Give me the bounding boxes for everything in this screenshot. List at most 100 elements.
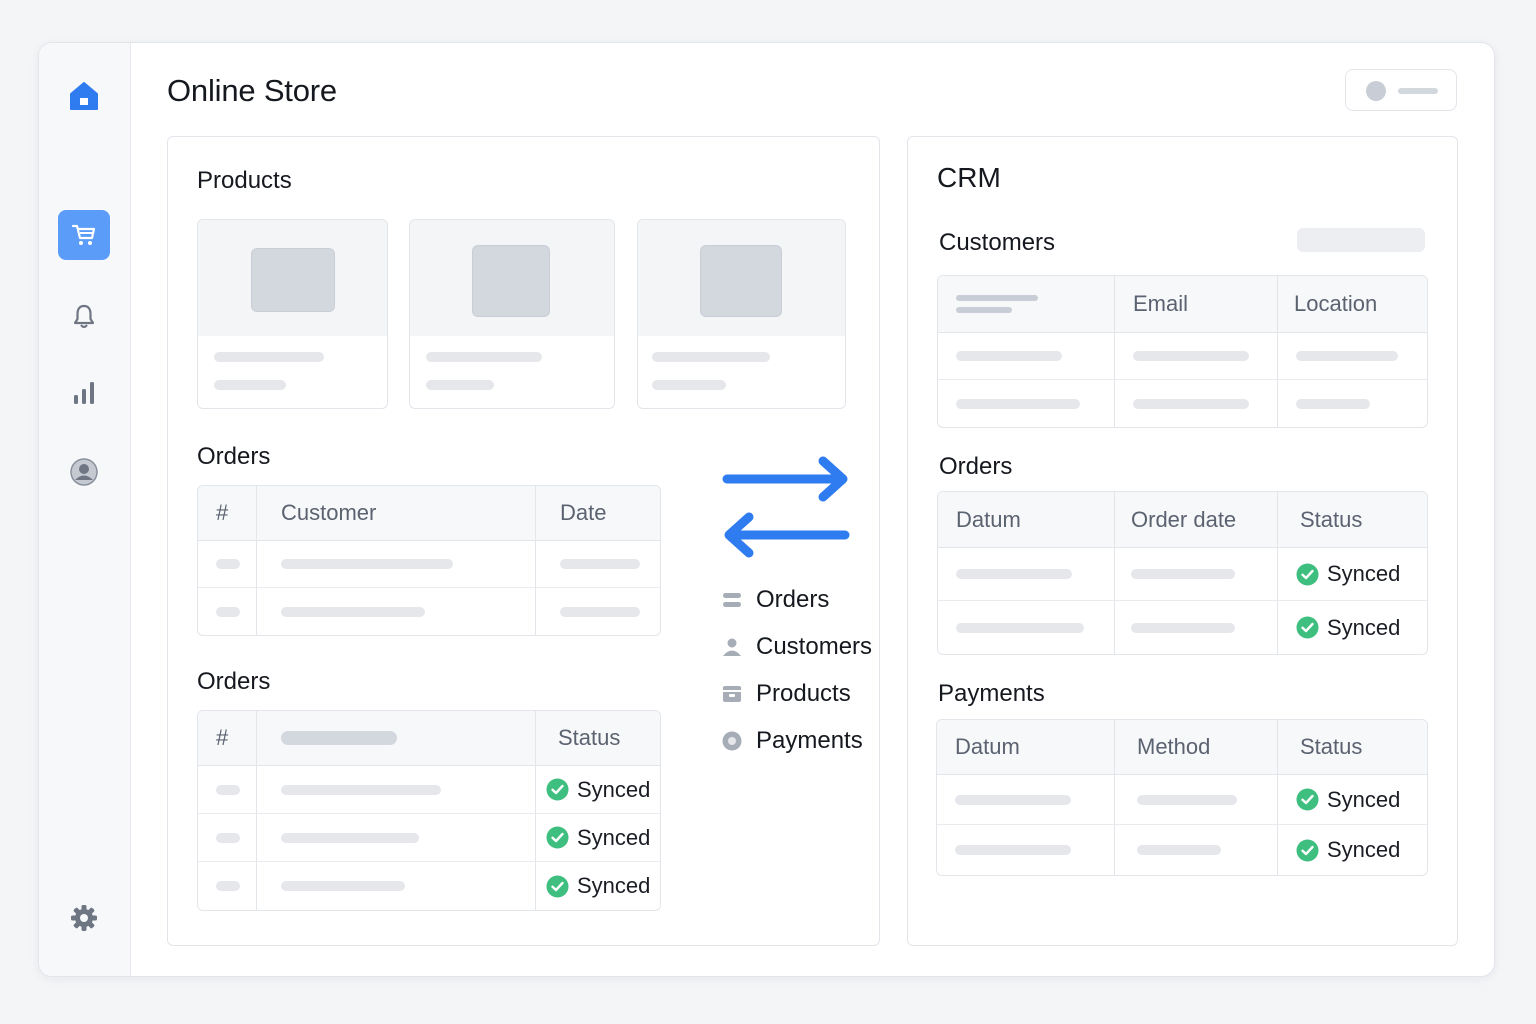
crm-panel: CRM Customers Email Location Orders Datu… [907,136,1458,946]
table-row[interactable] [198,588,660,635]
column-header-placeholder[interactable] [257,711,536,766]
cell-placeholder [281,606,425,617]
sync-item-payments[interactable]: Payments [722,726,863,756]
product-image-area [638,220,845,336]
column-header-method[interactable]: Method [1115,720,1278,775]
sync-item-orders[interactable]: Orders [722,585,829,615]
status-badge: Synced [1296,615,1409,641]
cell-placeholder [956,398,1080,409]
sync-item-label: Products [756,680,851,707]
table-row[interactable]: Synced [198,814,660,862]
cell-placeholder [216,784,240,795]
product-image-area [410,220,614,336]
column-header-status[interactable]: Status [536,711,660,766]
header-placeholder [281,731,397,745]
check-circle-icon [1296,839,1319,861]
check-circle-icon [546,778,569,801]
product-price-placeholder [214,380,286,390]
cell-placeholder [216,559,240,569]
cell-placeholder [955,845,1071,855]
sidebar [39,43,131,976]
product-card[interactable] [637,219,846,409]
product-image-placeholder [251,248,335,312]
cell-placeholder [956,351,1062,361]
column-header-number[interactable]: # [198,711,257,766]
table-row[interactable]: Synced [938,548,1427,601]
page-title: Online Store [167,73,337,108]
product-card[interactable] [197,219,388,409]
cell-placeholder [281,881,405,891]
cart-icon [71,224,96,245]
cell-placeholder [1137,845,1221,855]
header-placeholder [956,307,1012,313]
table-row[interactable] [938,380,1427,427]
check-circle-icon [546,826,569,849]
sync-item-customers[interactable]: Customers [722,632,872,662]
table-row[interactable] [198,541,660,588]
orders-status-title: Orders [197,668,271,695]
status-badge: Synced [1296,837,1409,863]
table-row[interactable]: Synced [937,775,1427,825]
cell-placeholder [1137,794,1237,805]
sidebar-item-home[interactable] [58,71,110,121]
cell-placeholder [281,784,441,795]
status-badge: Synced [1296,561,1409,587]
sync-arrows-icon [722,456,850,558]
column-header-order-date[interactable]: Order date [1115,492,1278,548]
column-header-customer[interactable]: Customer [257,486,536,541]
table-row[interactable] [938,333,1427,380]
crm-orders-table: Datum Order date Status Synced Synced [937,491,1428,655]
status-text: Synced [1327,614,1401,640]
sidebar-item-settings[interactable] [58,893,110,943]
column-header-datum[interactable]: Datum [937,720,1115,775]
table-row[interactable]: Synced [937,825,1427,875]
gear-icon [71,905,97,931]
payments-table: Datum Method Status Synced Synced [936,719,1428,876]
status-text: Synced [1327,786,1401,812]
person-icon [723,638,741,656]
column-header-location[interactable]: Location [1278,276,1427,333]
product-name-placeholder [214,352,324,362]
table-row[interactable]: Synced [198,766,660,814]
products-title: Products [197,167,292,194]
cell-placeholder [956,569,1072,579]
status-badge: Synced [1296,787,1409,813]
cell-placeholder [216,832,240,843]
sidebar-item-store[interactable] [58,210,110,260]
product-image-placeholder [472,245,550,317]
customers-filter-placeholder[interactable] [1297,228,1425,252]
column-header-date[interactable]: Date [536,486,660,541]
account-toggle[interactable] [1345,69,1457,111]
box-icon [723,686,741,702]
customers-table: Email Location [937,275,1428,428]
check-circle-icon [1296,788,1319,811]
crm-title: CRM [937,162,1001,193]
product-image-placeholder [700,245,782,317]
orders-table: # Customer Date [197,485,661,636]
column-header-number[interactable]: # [198,486,257,541]
sync-item-products[interactable]: Products [722,679,851,709]
bar-chart-icon [74,382,94,404]
cell-placeholder [1296,351,1398,361]
account-name-placeholder [1398,88,1438,94]
table-row[interactable]: Synced [198,862,660,910]
status-badge: Synced [546,873,650,899]
cell-placeholder [1296,398,1370,409]
column-header-status[interactable]: Status [1278,492,1427,548]
cell-placeholder [1131,622,1235,633]
sidebar-item-analytics[interactable] [58,368,110,418]
column-header-email[interactable]: Email [1115,276,1278,333]
cell-placeholder [216,881,240,891]
column-header-datum[interactable]: Datum [938,492,1115,548]
column-header-status[interactable]: Status [1278,720,1427,775]
cell-placeholder [281,559,453,569]
cell-placeholder [1131,569,1235,579]
table-row[interactable]: Synced [938,601,1427,654]
column-header-name[interactable] [938,276,1115,333]
sync-item-label: Customers [756,633,873,660]
sidebar-item-notifications[interactable] [58,291,110,341]
product-card[interactable] [409,219,615,409]
sidebar-item-profile[interactable] [58,447,110,497]
check-circle-icon [1296,563,1319,585]
orders-status-table: # Status Synced Synced Synced [197,710,661,911]
